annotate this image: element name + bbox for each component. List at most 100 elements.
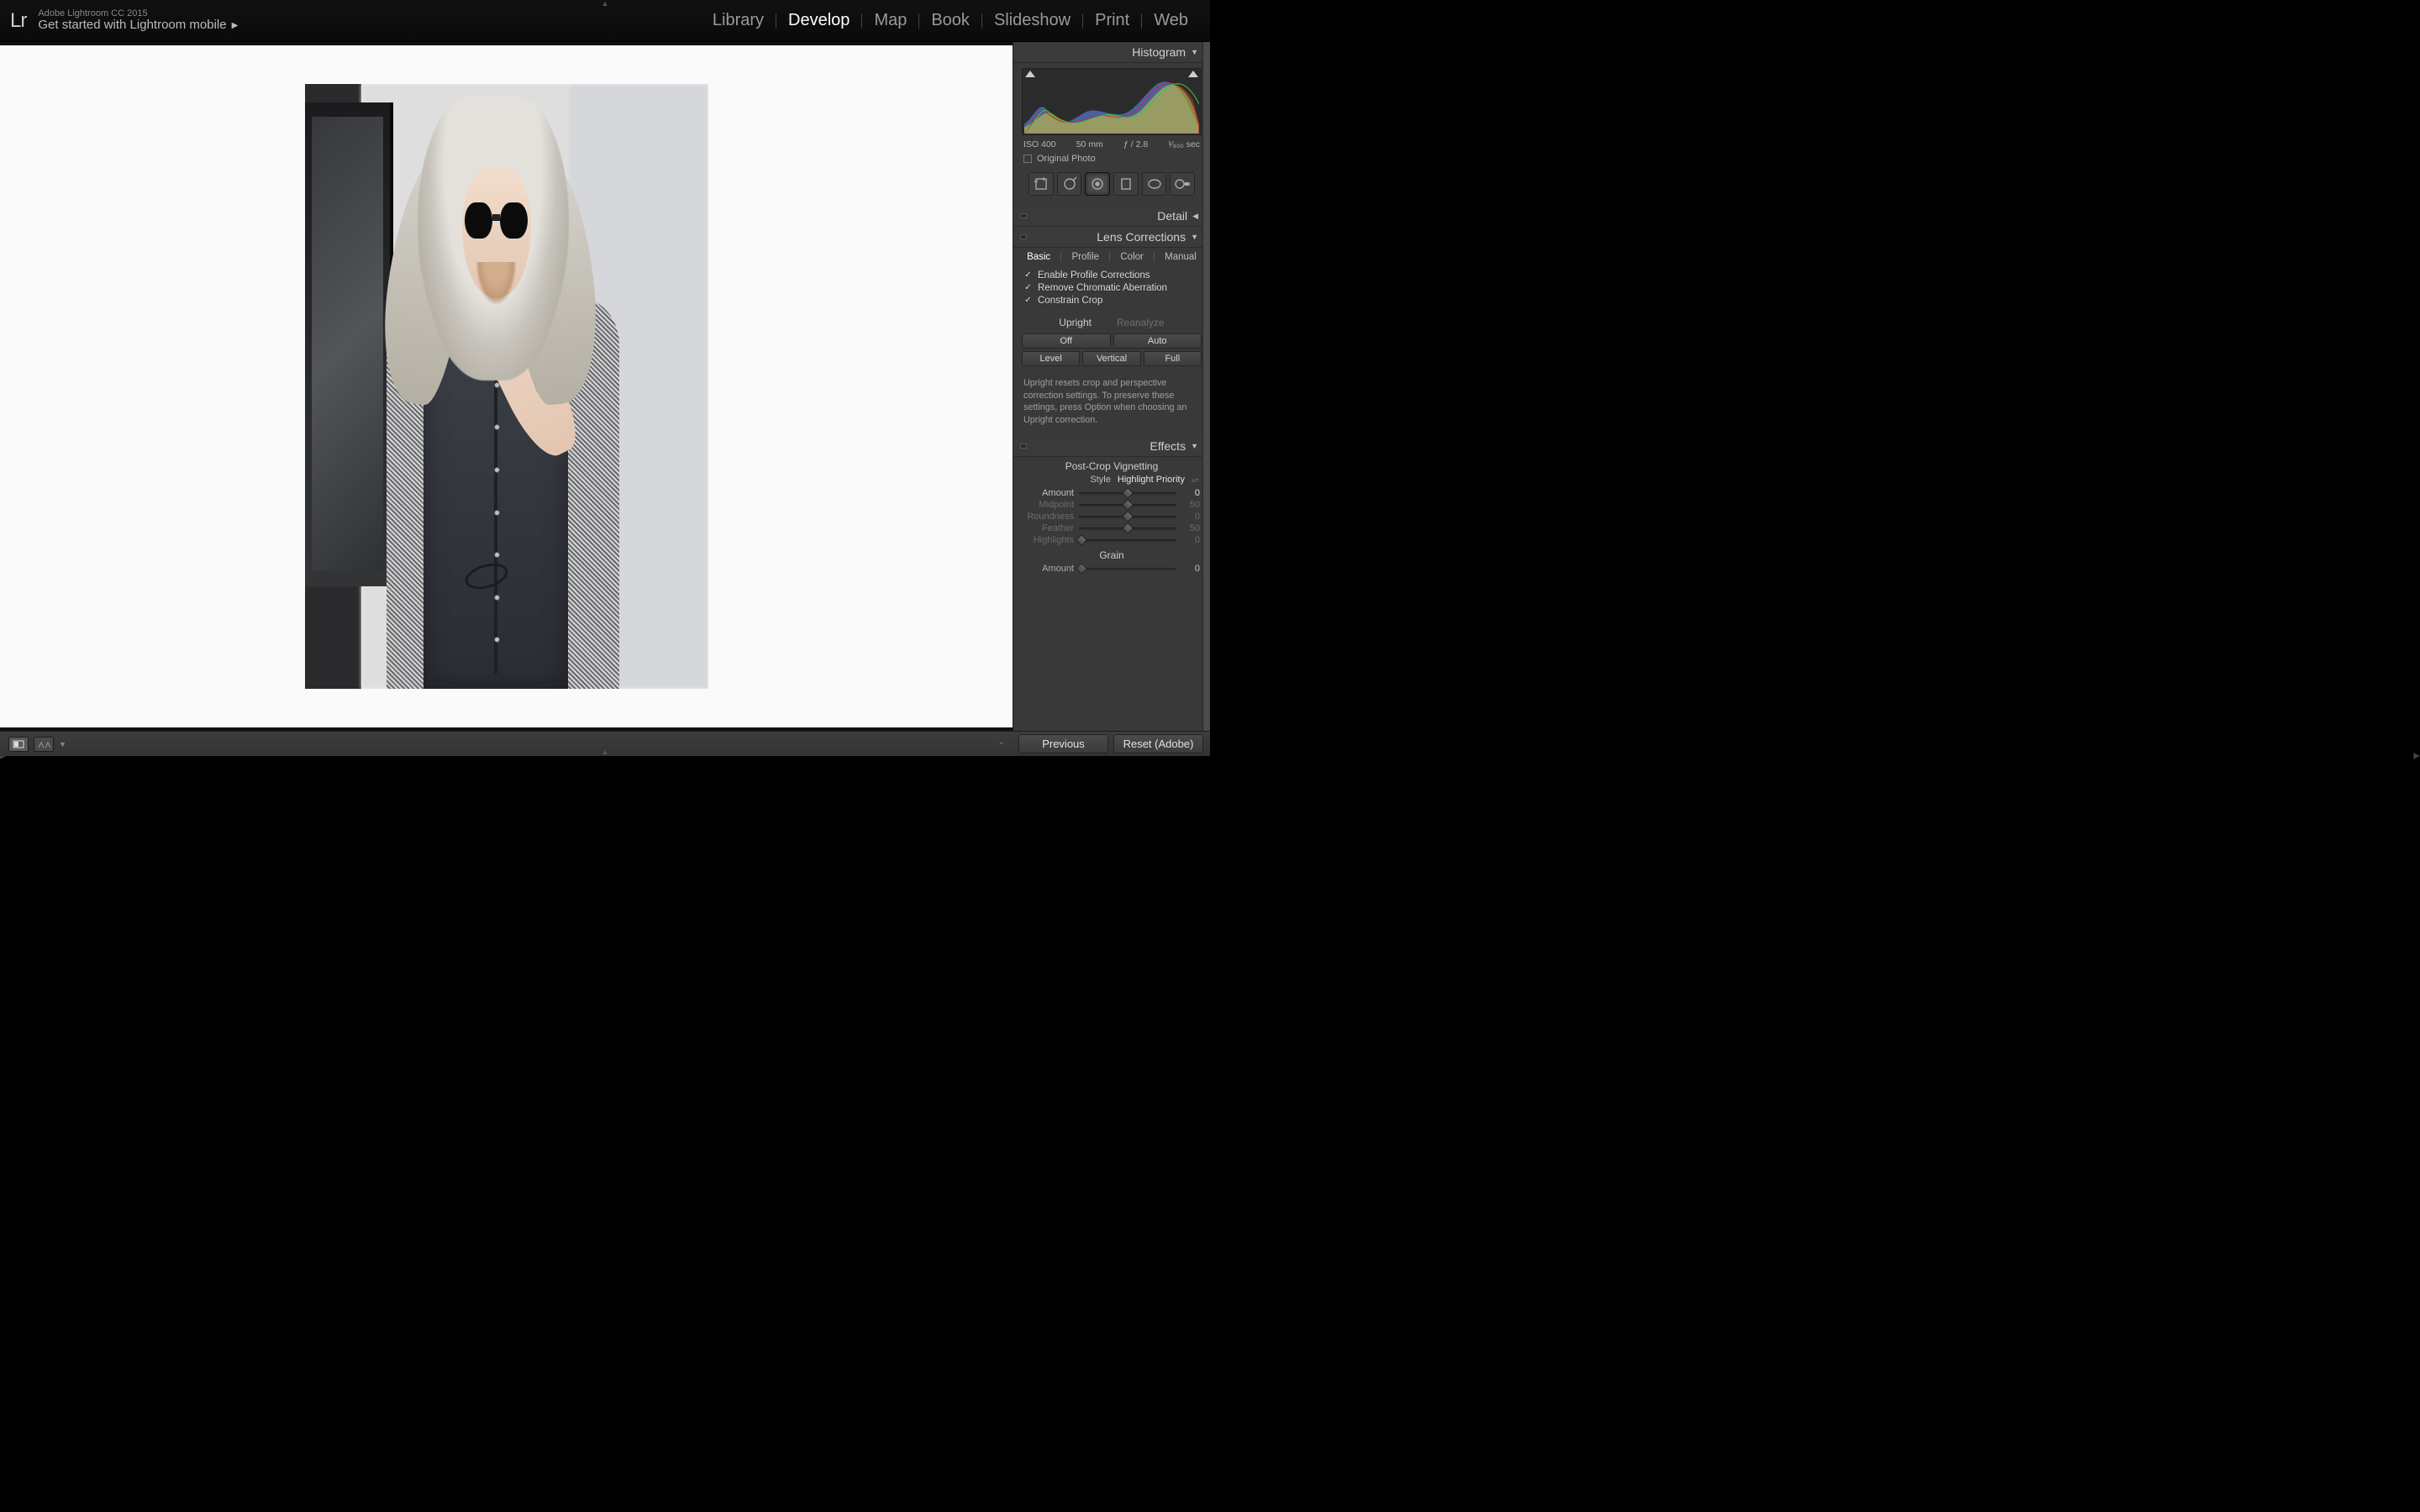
crop-tool[interactable] bbox=[1028, 172, 1054, 196]
panel-header-lens-corrections[interactable]: Lens Corrections ▼ bbox=[1013, 227, 1210, 248]
slider-highlights[interactable]: Highlights 0 bbox=[1013, 534, 1210, 546]
checkbox-label: Enable Profile Corrections bbox=[1038, 270, 1150, 281]
grain-amount-slider[interactable]: Amount 0 bbox=[1013, 563, 1210, 575]
red-eye-tool[interactable] bbox=[1085, 172, 1110, 196]
identity-plate-label: Get started with Lightroom mobile bbox=[38, 18, 226, 33]
vignette-section-title: Post-Crop Vignetting bbox=[1013, 457, 1210, 474]
checkbox-label: Remove Chromatic Aberration bbox=[1038, 283, 1167, 293]
panel-header-effects[interactable]: Effects ▼ bbox=[1013, 436, 1210, 457]
module-picker: Library Develop Map Book Slideshow Print… bbox=[701, 11, 1200, 30]
histogram-iso: ISO 400 bbox=[1023, 139, 1056, 150]
loupe-view-button[interactable] bbox=[8, 737, 29, 752]
slider-amount[interactable]: Amount 0 bbox=[1013, 487, 1210, 499]
module-book[interactable]: Book bbox=[919, 11, 981, 30]
toolbar: ▼ ⌄ Previous Reset (Adobe) ▲ bbox=[0, 731, 1210, 756]
vignette-style-dropdown[interactable]: Style Highlight Priority ▵▿ bbox=[1013, 474, 1210, 487]
panel-title: Histogram bbox=[1132, 45, 1186, 59]
module-print[interactable]: Print bbox=[1083, 11, 1141, 30]
radial-filter-tool[interactable] bbox=[1142, 172, 1167, 196]
previous-button[interactable]: Previous bbox=[1018, 734, 1108, 753]
checkbox-icon bbox=[1023, 155, 1032, 163]
grain-section-title: Grain bbox=[1013, 546, 1210, 563]
upright-note: Upright resets crop and perspective corr… bbox=[1013, 374, 1210, 436]
histogram-panel: ISO 400 50 mm ƒ / 2.8 ¹⁄₈₀₀ sec Original… bbox=[1013, 63, 1210, 206]
lens-tab-basic[interactable]: Basic bbox=[1027, 252, 1050, 262]
before-after-view-button[interactable] bbox=[34, 737, 54, 752]
upright-vertical-button[interactable]: Vertical bbox=[1082, 351, 1140, 366]
original-photo-label: Original Photo bbox=[1037, 154, 1096, 164]
scrollbar-thumb[interactable] bbox=[1204, 71, 1209, 307]
triangle-down-icon: ▼ bbox=[1191, 442, 1198, 450]
module-develop[interactable]: Develop bbox=[776, 11, 861, 30]
module-map[interactable]: Map bbox=[862, 11, 918, 30]
remove-chromatic-aberration-checkbox[interactable]: ✓Remove Chromatic Aberration bbox=[1023, 281, 1200, 294]
triangle-left-icon: ◀ bbox=[1192, 212, 1198, 221]
module-slideshow[interactable]: Slideshow bbox=[982, 11, 1082, 30]
lens-tab-color[interactable]: Color bbox=[1120, 252, 1143, 262]
filmstrip-expand-icon[interactable]: ▲ bbox=[602, 748, 609, 756]
lens-tab-manual[interactable]: Manual bbox=[1165, 252, 1197, 262]
slider-label: Highlights bbox=[1023, 535, 1074, 545]
filmstrip-menu-icon[interactable]: ⌄ bbox=[998, 738, 1005, 747]
slider-feather[interactable]: Feather50 bbox=[1013, 522, 1210, 534]
reset-button[interactable]: Reset (Adobe) bbox=[1113, 734, 1203, 753]
module-web[interactable]: Web bbox=[1142, 11, 1200, 30]
histogram-graph[interactable] bbox=[1022, 68, 1202, 135]
reanalyze-button[interactable]: Reanalyze bbox=[1117, 317, 1165, 328]
slider-label: Midpoint bbox=[1023, 500, 1074, 510]
toolbar-menu-icon[interactable]: ▼ bbox=[59, 740, 66, 748]
preview-photo bbox=[305, 84, 708, 689]
panel-title: Detail bbox=[1157, 209, 1187, 223]
identity-plate-link[interactable]: Get started with Lightroom mobile ▶ bbox=[38, 18, 238, 33]
right-panel-collapse-icon[interactable]: ▶ bbox=[2413, 752, 2420, 761]
checkmark-icon: ✓ bbox=[1023, 296, 1033, 305]
top-bar: ▲ Lr Adobe Lightroom CC 2015 Get started… bbox=[0, 0, 1210, 42]
upright-level-button[interactable]: Level bbox=[1022, 351, 1080, 366]
upright-auto-button[interactable]: Auto bbox=[1113, 333, 1202, 349]
enable-profile-corrections-checkbox[interactable]: ✓ Enable Profile Corrections bbox=[1023, 269, 1200, 281]
panel-header-histogram[interactable]: Histogram ▼ bbox=[1013, 42, 1210, 63]
lens-tabs: Basic Profile Color Manual bbox=[1013, 248, 1210, 267]
panel-switch-icon[interactable] bbox=[1020, 213, 1027, 218]
module-library[interactable]: Library bbox=[701, 11, 776, 30]
histogram-shutter: ¹⁄₈₀₀ sec bbox=[1168, 139, 1200, 150]
top-panel-expand-icon[interactable]: ▲ bbox=[602, 0, 609, 8]
slider-value[interactable]: 0 bbox=[1181, 488, 1200, 498]
panel-title: Lens Corrections bbox=[1097, 230, 1186, 244]
panel-switch-icon[interactable] bbox=[1020, 444, 1027, 449]
graduated-filter-tool[interactable] bbox=[1113, 172, 1139, 196]
style-label: Style bbox=[1090, 475, 1110, 485]
checkmark-icon: ✓ bbox=[1023, 270, 1033, 280]
develop-right-panel: Histogram ▼ ISO 400 50 mm ƒ / 2.8 ¹⁄₈₀₀ … bbox=[1013, 42, 1210, 731]
slider-value[interactable]: 50 bbox=[1181, 523, 1200, 533]
triangle-down-icon: ▼ bbox=[1191, 233, 1198, 241]
panel-switch-icon[interactable] bbox=[1020, 234, 1027, 239]
app-logo: Lr bbox=[10, 9, 26, 33]
slider-value[interactable]: 0 bbox=[1181, 512, 1200, 522]
constrain-crop-checkbox[interactable]: ✓ Constrain Crop bbox=[1023, 294, 1200, 307]
upright-full-button[interactable]: Full bbox=[1144, 351, 1202, 366]
histogram-aperture: ƒ / 2.8 bbox=[1123, 139, 1148, 150]
image-canvas[interactable] bbox=[0, 42, 1013, 731]
upright-off-button[interactable]: Off bbox=[1022, 333, 1111, 349]
slider-value[interactable]: 50 bbox=[1181, 500, 1200, 510]
adjustment-brush-tool[interactable] bbox=[1170, 172, 1195, 196]
panel-header-detail[interactable]: Detail ◀ bbox=[1013, 206, 1210, 227]
chevron-right-icon: ▶ bbox=[232, 21, 239, 30]
style-value: Highlight Priority bbox=[1118, 475, 1185, 485]
spot-removal-tool[interactable] bbox=[1057, 172, 1082, 196]
slider-label: Amount bbox=[1023, 488, 1074, 498]
slider-value[interactable]: 0 bbox=[1181, 564, 1200, 574]
chevron-updown-icon: ▵▿ bbox=[1192, 476, 1198, 484]
original-photo-toggle[interactable]: Original Photo bbox=[1022, 152, 1202, 169]
slider-label: Roundness bbox=[1023, 512, 1074, 522]
slider-value[interactable]: 0 bbox=[1181, 535, 1200, 545]
checkbox-label: Constrain Crop bbox=[1038, 296, 1102, 306]
tool-strip bbox=[1022, 169, 1202, 202]
panel-title: Effects bbox=[1150, 439, 1186, 453]
slider-label: Amount bbox=[1023, 564, 1074, 574]
lens-tab-profile[interactable]: Profile bbox=[1071, 252, 1099, 262]
histogram-focal: 50 mm bbox=[1076, 139, 1103, 150]
slider-roundness[interactable]: Roundness 0 bbox=[1013, 511, 1210, 522]
slider-midpoint[interactable]: Midpoint 50 bbox=[1013, 499, 1210, 511]
